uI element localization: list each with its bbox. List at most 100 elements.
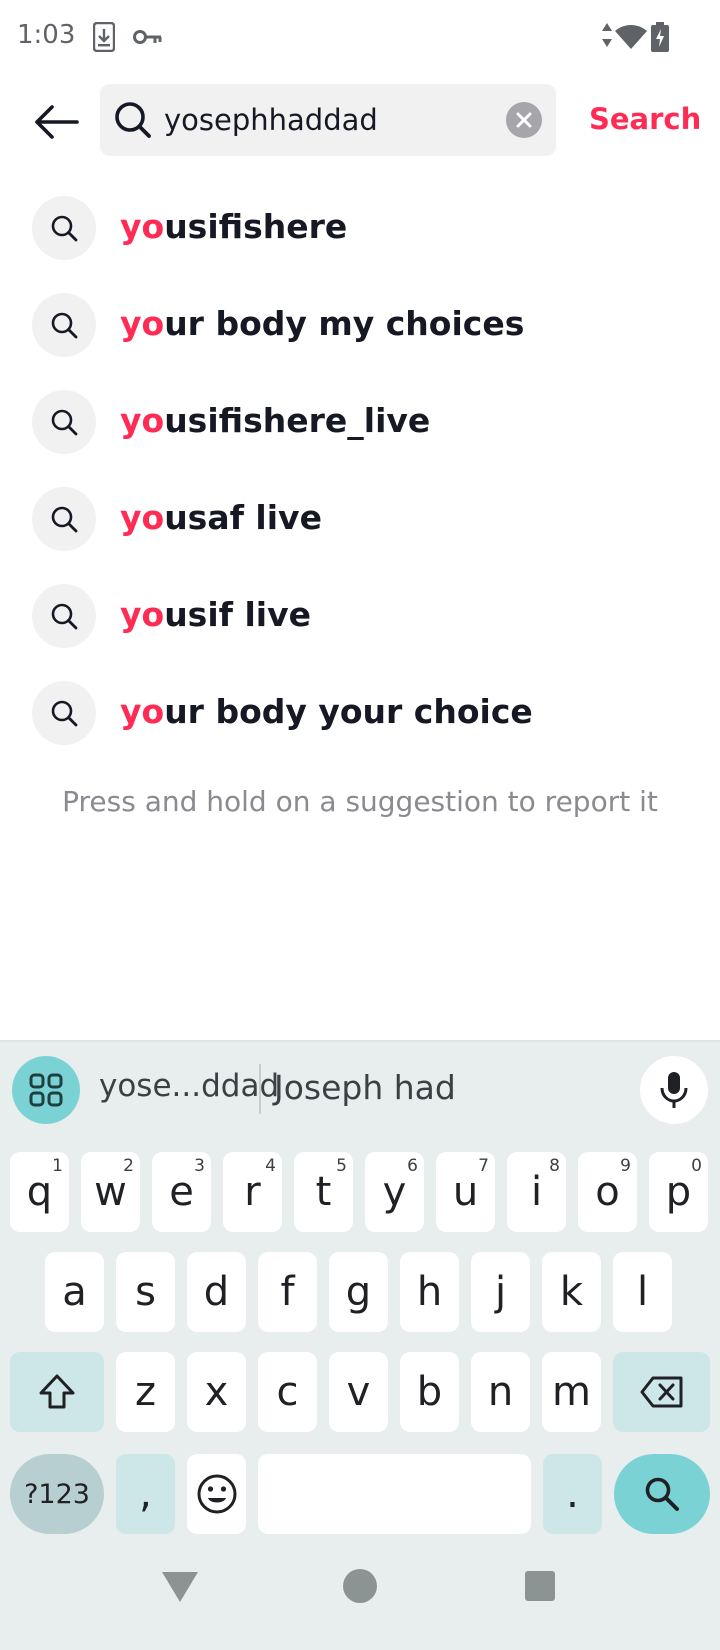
grid-apps-icon [29,1073,63,1107]
keyboard-suggestion-2[interactable]: Joseph had [274,1068,456,1107]
key-q[interactable]: q1 [10,1152,69,1232]
key-w[interactable]: w2 [81,1152,140,1232]
nav-home-button[interactable] [342,1568,378,1604]
key-label: t [315,1169,332,1215]
key-label: f [280,1269,295,1315]
suggestion-text: your body my choices [120,304,524,343]
suggestion-search-icon [32,390,96,454]
voice-input-button[interactable] [640,1056,708,1124]
suggestion-rest: usifishere_live [164,401,431,440]
key-label: n [487,1369,514,1415]
keyboard-apps-button[interactable] [12,1056,80,1124]
circle-home-icon [343,1569,377,1603]
shift-key[interactable] [10,1352,104,1432]
key-label: y [382,1169,407,1215]
key-g[interactable]: g [329,1252,388,1332]
key-label: i [530,1169,543,1215]
suggestion-search-icon [32,584,96,648]
backspace-key[interactable] [613,1352,710,1432]
key-label: u [452,1169,479,1215]
key-d[interactable]: d [187,1252,246,1332]
key-k[interactable]: k [542,1252,601,1332]
suggestion-rest: usifishere [164,207,348,246]
search-box[interactable] [100,84,556,156]
suggestion-item[interactable]: yousif live [0,568,720,665]
key-v[interactable]: v [329,1352,388,1432]
key-number-hint: 9 [620,1156,631,1176]
key-y[interactable]: y6 [365,1152,424,1232]
key-n[interactable]: n [471,1352,530,1432]
suggestion-text: yousaf live [120,498,322,537]
suggestion-search-icon [32,196,96,260]
suggestion-match: yo [120,207,165,246]
key-label: d [203,1269,230,1315]
key-label: l [636,1269,649,1315]
search-input[interactable] [164,98,504,142]
key-label: s [135,1269,156,1315]
key-r[interactable]: r4 [223,1152,282,1232]
keyboard: yose...ddad Joseph had ?123 , . q1w2e3r4… [0,1040,720,1536]
back-button[interactable] [26,92,86,152]
key-z[interactable]: z [116,1352,175,1432]
report-hint: Press and hold on a suggestion to report… [62,785,658,818]
suggestion-search-icon [32,487,96,551]
suggestion-item[interactable]: your body your choice [0,665,720,762]
key-l[interactable]: l [613,1252,672,1332]
wifi-icon [614,24,648,55]
search-icon [114,101,152,144]
key-o[interactable]: o9 [578,1152,637,1232]
key-e[interactable]: e3 [152,1152,211,1232]
key-a[interactable]: a [45,1252,104,1332]
keyboard-suggestion-1[interactable]: yose...ddad [99,1068,279,1104]
key-label: p [665,1169,692,1215]
key-c[interactable]: c [258,1352,317,1432]
suggestion-text: yousifishere [120,207,347,246]
key-label: h [416,1269,443,1315]
key-h[interactable]: h [400,1252,459,1332]
suggestion-item[interactable]: yousaf live [0,471,720,568]
key-t[interactable]: t5 [294,1152,353,1232]
search-button[interactable]: Search [589,102,701,136]
emoji-key[interactable] [187,1454,246,1534]
key-j[interactable]: j [471,1252,530,1332]
suggestion-item[interactable]: your body my choices [0,277,720,374]
key-label: m [552,1369,591,1415]
data-arrows-icon [601,22,613,53]
key-label: r [244,1169,261,1215]
battery-charging-icon [651,22,669,57]
search-enter-key[interactable] [614,1454,710,1534]
suggestion-rest: usaf live [164,498,322,537]
backspace-icon [640,1376,682,1408]
key-label: j [494,1269,507,1315]
key-label: z [135,1369,156,1415]
clear-search-button[interactable] [506,102,542,138]
nav-recents-button[interactable] [524,1570,556,1602]
key-s[interactable]: s [116,1252,175,1332]
key-i[interactable]: i8 [507,1152,566,1232]
download-icon [92,21,116,57]
key-b[interactable]: b [400,1352,459,1432]
nav-back-button[interactable] [160,1570,200,1604]
key-f[interactable]: f [258,1252,317,1332]
key-number-hint: 3 [194,1156,205,1176]
key-label: b [416,1369,443,1415]
key-u[interactable]: u7 [436,1152,495,1232]
key-p[interactable]: p0 [649,1152,708,1232]
key-m[interactable]: m [542,1352,601,1432]
suggestion-item[interactable]: yousifishere_live [0,374,720,471]
suggestion-match: yo [120,595,165,634]
comma-key[interactable]: , [116,1454,175,1534]
key-label: c [276,1369,299,1415]
suggestion-rest: ur body your choice [164,692,533,731]
space-key[interactable] [258,1454,531,1534]
period-key[interactable]: . [543,1454,602,1534]
symbols-key[interactable]: ?123 [10,1454,104,1534]
key-x[interactable]: x [187,1352,246,1432]
key-number-hint: 5 [336,1156,347,1176]
microphone-icon [660,1072,688,1108]
suggestion-match: yo [120,304,165,343]
square-recents-icon [525,1571,555,1601]
suggestion-item[interactable]: yousifishere [0,180,720,277]
key-label: a [62,1269,87,1315]
suggestion-rest: ur body my choices [164,304,525,343]
